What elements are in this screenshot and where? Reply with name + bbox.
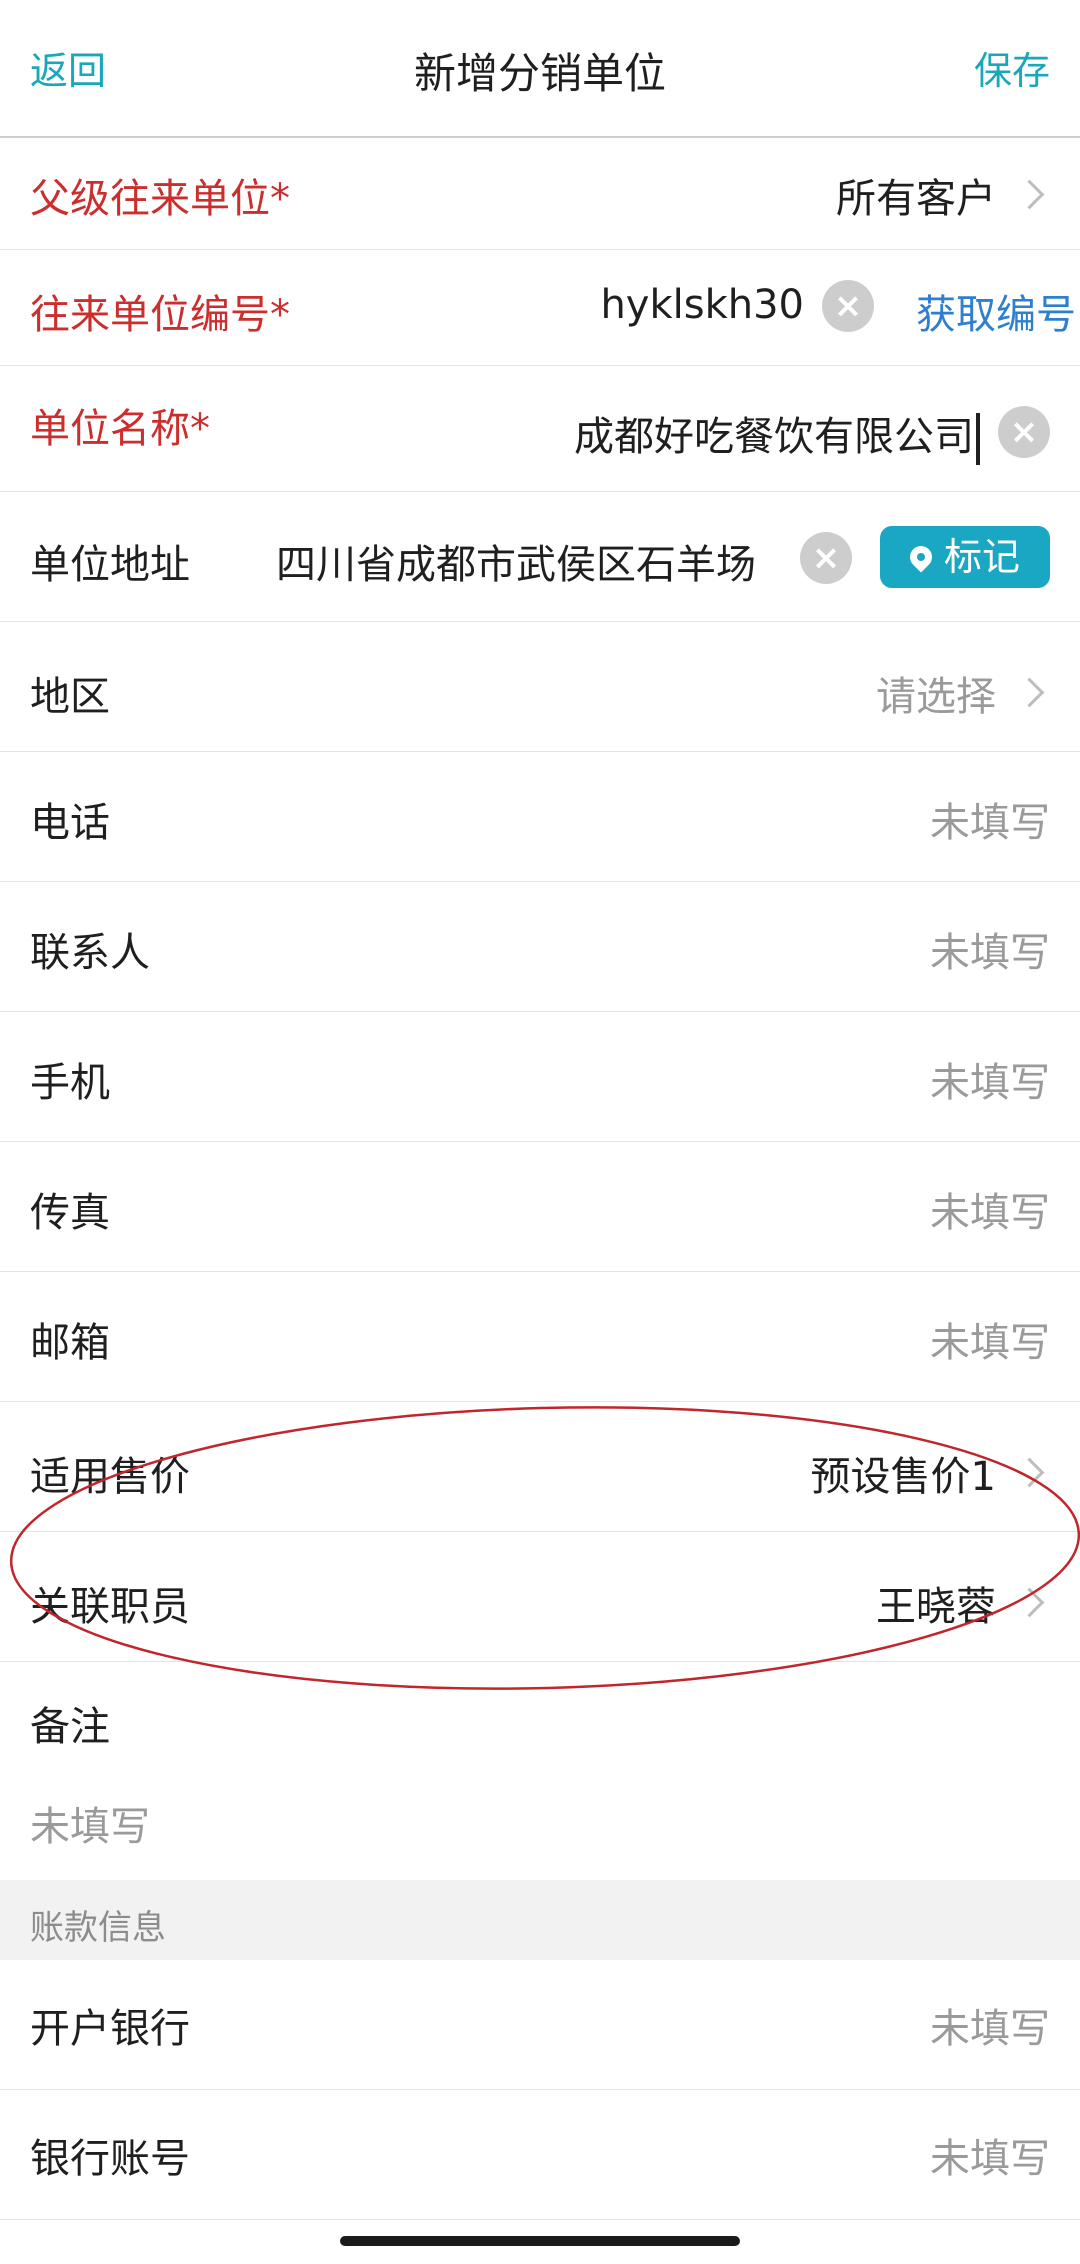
phone-input[interactable]: 未填写 <box>930 790 1050 848</box>
unit-address-input[interactable]: 四川省成都市武侯区石羊场 <box>276 532 782 590</box>
page-title: 新增分销单位 <box>413 49 666 98</box>
row-unit-address: 单位地址 四川省成都市武侯区石羊场 × 标记 <box>0 492 1080 622</box>
row-remark: 备注 未填写 <box>0 1662 1080 1880</box>
row-contact[interactable]: 联系人 未填写 <box>0 882 1080 1012</box>
mark-location-button[interactable]: 标记 <box>880 526 1050 588</box>
unit-address-label: 单位地址 <box>30 542 190 588</box>
parent-unit-label: 父级往来单位* <box>30 176 290 222</box>
row-mobile[interactable]: 手机 未填写 <box>0 1012 1080 1142</box>
chevron-right-icon <box>1014 677 1045 708</box>
price-level-value: 预设售价1 <box>810 1454 996 1500</box>
phone-label: 电话 <box>30 800 110 846</box>
nav-bar: 返回 新增分销单位 保存 <box>0 0 1080 138</box>
clear-icon[interactable]: × <box>800 532 852 584</box>
text-cursor <box>976 413 980 465</box>
home-indicator[interactable] <box>340 2236 740 2246</box>
bank-input[interactable]: 未填写 <box>930 1996 1050 2054</box>
parent-unit-value: 所有客户 <box>836 176 996 222</box>
remark-input[interactable]: 未填写 <box>30 1794 150 1852</box>
row-fax[interactable]: 传真 未填写 <box>0 1142 1080 1272</box>
row-parent-unit[interactable]: 父级往来单位* 所有客户 <box>0 138 1080 250</box>
account-section-header: 账款信息 <box>0 1880 1080 1960</box>
row-unit-code: 往来单位编号* hyklskh30 × 获取编号 <box>0 250 1080 366</box>
chevron-right-icon <box>1014 1587 1045 1618</box>
bank-label: 开户银行 <box>30 2006 190 2052</box>
email-input[interactable]: 未填写 <box>930 1310 1050 1368</box>
location-pin-icon <box>905 541 937 573</box>
fax-label: 传真 <box>30 1190 110 1236</box>
unit-code-input[interactable]: hyklskh30 <box>600 282 804 328</box>
contact-input[interactable]: 未填写 <box>930 920 1050 978</box>
price-level-label: 适用售价 <box>30 1454 190 1500</box>
row-bank-account[interactable]: 银行账号 未填写 <box>0 2090 1080 2220</box>
region-label: 地区 <box>30 674 110 720</box>
staff-label: 关联职员 <box>30 1584 190 1630</box>
bank-account-input[interactable]: 未填写 <box>930 2126 1050 2184</box>
contact-label: 联系人 <box>30 930 150 976</box>
fax-input[interactable]: 未填写 <box>930 1180 1050 1238</box>
row-email[interactable]: 邮箱 未填写 <box>0 1272 1080 1402</box>
clear-icon[interactable]: × <box>822 280 874 332</box>
row-region[interactable]: 地区 请选择 <box>0 622 1080 752</box>
mobile-label: 手机 <box>30 1060 110 1106</box>
unit-name-label: 单位名称* <box>30 406 210 452</box>
unit-name-text: 成都好吃餐饮有限公司 <box>574 414 974 460</box>
row-phone[interactable]: 电话 未填写 <box>0 752 1080 882</box>
account-section-title: 账款信息 <box>30 1908 166 1948</box>
unit-code-label: 往来单位编号* <box>30 292 290 338</box>
fetch-code-button[interactable]: 获取编号 <box>916 282 1076 340</box>
mark-location-label: 标记 <box>943 535 1020 579</box>
clear-icon[interactable]: × <box>998 406 1050 458</box>
chevron-right-icon <box>1014 1457 1045 1488</box>
unit-name-input[interactable]: 成都好吃餐饮有限公司 <box>574 404 980 465</box>
save-button[interactable]: 保存 <box>974 40 1050 95</box>
staff-value: 王晓蓉 <box>876 1584 996 1630</box>
mobile-input[interactable]: 未填写 <box>930 1050 1050 1108</box>
row-price-level[interactable]: 适用售价 预设售价1 <box>0 1402 1080 1532</box>
region-value: 请选择 <box>876 674 996 720</box>
chevron-right-icon <box>1014 179 1045 210</box>
bank-account-label: 银行账号 <box>30 2136 190 2182</box>
row-staff[interactable]: 关联职员 王晓蓉 <box>0 1532 1080 1662</box>
row-unit-name: 单位名称* 成都好吃餐饮有限公司 × <box>0 366 1080 492</box>
email-label: 邮箱 <box>30 1320 110 1366</box>
remark-label: 备注 <box>30 1704 110 1750</box>
row-bank[interactable]: 开户银行 未填写 <box>0 1960 1080 2090</box>
